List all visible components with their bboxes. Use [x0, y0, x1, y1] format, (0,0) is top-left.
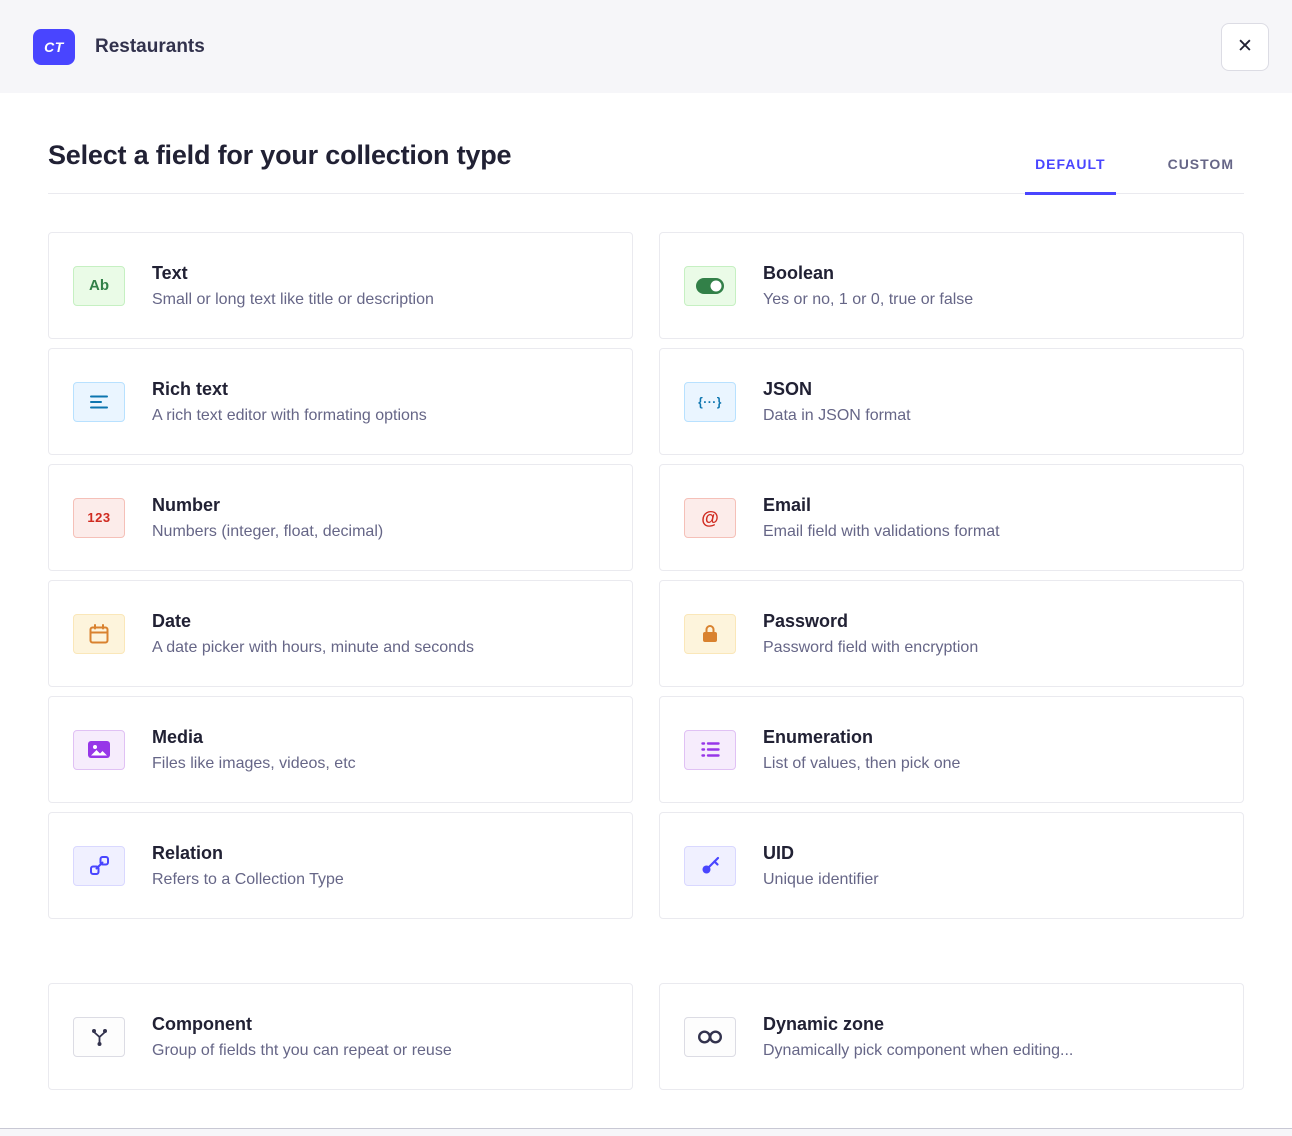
- field-title: Rich text: [152, 379, 427, 400]
- card-text: UID Unique identifier: [763, 843, 879, 889]
- calendar-icon: [73, 614, 125, 654]
- field-card-boolean[interactable]: Boolean Yes or no, 1 or 0, true or false: [659, 232, 1244, 339]
- field-card-json[interactable]: {···} JSON Data in JSON format: [659, 348, 1244, 455]
- card-text: Component Group of fields tht you can re…: [152, 1014, 452, 1060]
- field-title: Date: [152, 611, 474, 632]
- collection-title: Restaurants: [95, 36, 205, 58]
- field-description: Password field with encryption: [763, 639, 978, 657]
- heading-row: Select a field for your collection type …: [48, 140, 1244, 194]
- number-123-icon: 123: [73, 498, 125, 538]
- field-description: Email field with validations format: [763, 523, 1000, 541]
- field-description: A date picker with hours, minute and sec…: [152, 639, 474, 657]
- image-icon: [73, 730, 125, 770]
- field-title: Email: [763, 495, 1000, 516]
- field-title: Password: [763, 611, 978, 632]
- infinity-icon: [684, 1017, 736, 1057]
- field-title: Relation: [152, 843, 344, 864]
- ab-icon: Ab: [73, 266, 125, 306]
- field-description: Files like images, videos, etc: [152, 755, 356, 773]
- field-title: Component: [152, 1014, 452, 1035]
- field-title: JSON: [763, 379, 911, 400]
- field-card-password[interactable]: Password Password field with encryption: [659, 580, 1244, 687]
- rich-text-lines-icon: [73, 382, 125, 422]
- tab-bar: DEFAULT CUSTOM: [1025, 156, 1244, 193]
- field-card-email[interactable]: @ Email Email field with validations for…: [659, 464, 1244, 571]
- field-description: Yes or no, 1 or 0, true or false: [763, 291, 973, 309]
- toggle-icon: [684, 266, 736, 306]
- field-title: Text: [152, 263, 434, 284]
- field-title: Enumeration: [763, 727, 960, 748]
- field-description: Group of fields tht you can repeat or re…: [152, 1042, 452, 1060]
- field-description: Dynamically pick component when editing.…: [763, 1042, 1073, 1060]
- tab-custom[interactable]: CUSTOM: [1158, 156, 1244, 195]
- field-card-date[interactable]: Date A date picker with hours, minute an…: [48, 580, 633, 687]
- advanced-cards-grid: Component Group of fields tht you can re…: [48, 983, 1244, 1090]
- key-icon: [684, 846, 736, 886]
- field-title: Boolean: [763, 263, 973, 284]
- field-card-text[interactable]: Ab Text Small or long text like title or…: [48, 232, 633, 339]
- field-card-uid[interactable]: UID Unique identifier: [659, 812, 1244, 919]
- chain-link-icon: [73, 846, 125, 886]
- tab-default[interactable]: DEFAULT: [1025, 156, 1116, 195]
- field-title: UID: [763, 843, 879, 864]
- field-card-enumeration[interactable]: Enumeration List of values, then pick on…: [659, 696, 1244, 803]
- field-title: Dynamic zone: [763, 1014, 1073, 1035]
- field-description: Data in JSON format: [763, 407, 911, 425]
- field-description: List of values, then pick one: [763, 755, 960, 773]
- modal-title: Select a field for your collection type: [48, 140, 511, 193]
- bullet-list-icon: [684, 730, 736, 770]
- field-card-dynamic-zone[interactable]: Dynamic zone Dynamically pick component …: [659, 983, 1244, 1090]
- field-picker-modal: CT Restaurants ✕ Select a field for your…: [0, 0, 1292, 1136]
- header-left: CT Restaurants: [33, 29, 205, 65]
- ab-glyph: Ab: [89, 278, 109, 293]
- field-description: Unique identifier: [763, 871, 879, 889]
- card-text: Dynamic zone Dynamically pick component …: [763, 1014, 1073, 1060]
- card-text: JSON Data in JSON format: [763, 379, 911, 425]
- card-text: Boolean Yes or no, 1 or 0, true or false: [763, 263, 973, 309]
- field-description: Small or long text like title or descrip…: [152, 291, 434, 309]
- field-card-number[interactable]: 123 Number Numbers (integer, float, deci…: [48, 464, 633, 571]
- card-text: Password Password field with encryption: [763, 611, 978, 657]
- branch-icon: [73, 1017, 125, 1057]
- modal-header: CT Restaurants ✕: [0, 0, 1292, 93]
- field-description: A rich text editor with formating option…: [152, 407, 427, 425]
- card-text: Media Files like images, videos, etc: [152, 727, 356, 773]
- json-glyph: {···}: [698, 396, 722, 408]
- card-text: Number Numbers (integer, float, decimal): [152, 495, 383, 541]
- modal-bottom-edge: [0, 1128, 1292, 1136]
- field-description: Refers to a Collection Type: [152, 871, 344, 889]
- field-card-media[interactable]: Media Files like images, videos, etc: [48, 696, 633, 803]
- field-title: Number: [152, 495, 383, 516]
- json-braces-icon: {···}: [684, 382, 736, 422]
- card-text: Date A date picker with hours, minute an…: [152, 611, 474, 657]
- field-cards-grid: Ab Text Small or long text like title or…: [48, 232, 1244, 919]
- close-icon: ✕: [1237, 37, 1253, 56]
- field-card-relation[interactable]: Relation Refers to a Collection Type: [48, 812, 633, 919]
- collection-type-badge: CT: [33, 29, 75, 65]
- number-glyph: 123: [87, 511, 110, 524]
- close-button[interactable]: ✕: [1221, 23, 1269, 71]
- field-card-component[interactable]: Component Group of fields tht you can re…: [48, 983, 633, 1090]
- card-text: Text Small or long text like title or de…: [152, 263, 434, 309]
- card-text: Enumeration List of values, then pick on…: [763, 727, 960, 773]
- card-text: Relation Refers to a Collection Type: [152, 843, 344, 889]
- lock-icon: [684, 614, 736, 654]
- card-text: Email Email field with validations forma…: [763, 495, 1000, 541]
- field-description: Numbers (integer, float, decimal): [152, 523, 383, 541]
- field-title: Media: [152, 727, 356, 748]
- modal-body: Select a field for your collection type …: [0, 140, 1292, 1090]
- card-text: Rich text A rich text editor with format…: [152, 379, 427, 425]
- at-glyph: @: [701, 509, 719, 527]
- field-card-rich-text[interactable]: Rich text A rich text editor with format…: [48, 348, 633, 455]
- at-icon: @: [684, 498, 736, 538]
